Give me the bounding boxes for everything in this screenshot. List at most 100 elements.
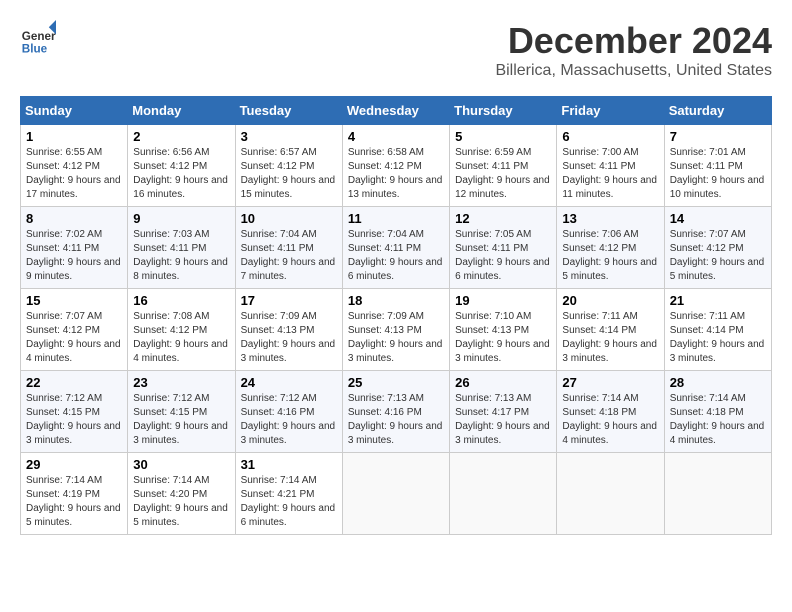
day-number: 31 (241, 457, 337, 472)
day-info: Sunrise: 6:55 AMSunset: 4:12 PMDaylight:… (26, 146, 122, 202)
day-info: Sunrise: 7:14 AMSunset: 4:18 PMDaylight:… (562, 392, 658, 448)
day-info: Sunrise: 7:00 AMSunset: 4:11 PMDaylight:… (562, 146, 658, 202)
day-number: 1 (26, 129, 122, 144)
calendar-day-cell: 18 Sunrise: 7:09 AMSunset: 4:13 PMDayligh… (342, 289, 449, 371)
calendar-day-cell: 8 Sunrise: 7:02 AMSunset: 4:11 PMDaylight… (21, 207, 128, 289)
day-number: 30 (133, 457, 229, 472)
day-info: Sunrise: 7:09 AMSunset: 4:13 PMDaylight:… (348, 310, 444, 366)
day-number: 23 (133, 375, 229, 390)
calendar-week-row: 8 Sunrise: 7:02 AMSunset: 4:11 PMDaylight… (21, 207, 772, 289)
svg-text:Blue: Blue (22, 42, 48, 55)
weekday-header-row: SundayMondayTuesdayWednesdayThursdayFrid… (21, 97, 772, 125)
calendar-day-cell: 31 Sunrise: 7:14 AMSunset: 4:21 PMDayligh… (235, 453, 342, 535)
day-info: Sunrise: 7:05 AMSunset: 4:11 PMDaylight:… (455, 228, 551, 284)
day-info: Sunrise: 6:57 AMSunset: 4:12 PMDaylight:… (241, 146, 337, 202)
calendar-day-cell: 27 Sunrise: 7:14 AMSunset: 4:18 PMDayligh… (557, 371, 664, 453)
calendar-day-cell: 15Sunrise: 7:07 AMSunset: 4:12 PMDayligh… (21, 289, 128, 371)
day-number: 26 (455, 375, 551, 390)
day-info: Sunrise: 7:11 AMSunset: 4:14 PMDaylight:… (562, 310, 658, 366)
location-title: Billerica, Massachusetts, United States (495, 62, 772, 80)
calendar-day-cell: 19Sunrise: 7:10 AMSunset: 4:13 PMDayligh… (450, 289, 557, 371)
calendar-day-cell: 3Sunrise: 6:57 AMSunset: 4:12 PMDaylight… (235, 125, 342, 207)
day-info: Sunrise: 7:02 AMSunset: 4:11 PMDaylight:… (26, 228, 122, 284)
day-info: Sunrise: 6:58 AMSunset: 4:12 PMDaylight:… (348, 146, 444, 202)
day-info: Sunrise: 6:56 AMSunset: 4:12 PMDaylight:… (133, 146, 229, 202)
calendar-day-cell: 20 Sunrise: 7:11 AMSunset: 4:14 PMDayligh… (557, 289, 664, 371)
day-number: 19 (455, 293, 551, 308)
calendar-table: SundayMondayTuesdayWednesdayThursdayFrid… (20, 96, 772, 535)
calendar-day-cell (557, 453, 664, 535)
calendar-day-cell: 2 Sunrise: 6:56 AMSunset: 4:12 PMDaylight… (128, 125, 235, 207)
day-number: 13 (562, 211, 658, 226)
day-number: 18 (348, 293, 444, 308)
calendar-day-cell: 21 Sunrise: 7:11 AMSunset: 4:14 PMDayligh… (664, 289, 771, 371)
day-info: Sunrise: 7:12 AMSunset: 4:15 PMDaylight:… (133, 392, 229, 448)
day-number: 28 (670, 375, 766, 390)
calendar-day-cell: 13 Sunrise: 7:06 AMSunset: 4:12 PMDayligh… (557, 207, 664, 289)
calendar-day-cell: 7 Sunrise: 7:01 AMSunset: 4:11 PMDaylight… (664, 125, 771, 207)
weekday-header-cell: Tuesday (235, 97, 342, 125)
day-info: Sunrise: 7:07 AMSunset: 4:12 PMDaylight:… (670, 228, 766, 284)
calendar-day-cell: 9 Sunrise: 7:03 AMSunset: 4:11 PMDaylight… (128, 207, 235, 289)
day-info: Sunrise: 7:09 AMSunset: 4:13 PMDaylight:… (241, 310, 337, 366)
svg-text:General: General (22, 30, 56, 43)
day-number: 14 (670, 211, 766, 226)
calendar-week-row: 29Sunrise: 7:14 AMSunset: 4:19 PMDayligh… (21, 453, 772, 535)
day-number: 6 (562, 129, 658, 144)
day-info: Sunrise: 7:03 AMSunset: 4:11 PMDaylight:… (133, 228, 229, 284)
day-number: 20 (562, 293, 658, 308)
day-number: 2 (133, 129, 229, 144)
weekday-header-cell: Saturday (664, 97, 771, 125)
day-number: 8 (26, 211, 122, 226)
day-number: 12 (455, 211, 551, 226)
day-info: Sunrise: 7:14 AMSunset: 4:19 PMDaylight:… (26, 474, 122, 530)
calendar-day-cell: 24Sunrise: 7:12 AMSunset: 4:16 PMDayligh… (235, 371, 342, 453)
day-number: 21 (670, 293, 766, 308)
day-number: 4 (348, 129, 444, 144)
day-number: 11 (348, 211, 444, 226)
day-info: Sunrise: 7:11 AMSunset: 4:14 PMDaylight:… (670, 310, 766, 366)
calendar-day-cell: 6 Sunrise: 7:00 AMSunset: 4:11 PMDaylight… (557, 125, 664, 207)
day-info: Sunrise: 7:07 AMSunset: 4:12 PMDaylight:… (26, 310, 122, 366)
day-number: 5 (455, 129, 551, 144)
calendar-week-row: 15Sunrise: 7:07 AMSunset: 4:12 PMDayligh… (21, 289, 772, 371)
day-number: 7 (670, 129, 766, 144)
day-number: 27 (562, 375, 658, 390)
day-number: 24 (241, 375, 337, 390)
calendar-day-cell: 23 Sunrise: 7:12 AMSunset: 4:15 PMDayligh… (128, 371, 235, 453)
weekday-header-cell: Friday (557, 97, 664, 125)
calendar-day-cell: 28 Sunrise: 7:14 AMSunset: 4:18 PMDayligh… (664, 371, 771, 453)
day-number: 9 (133, 211, 229, 226)
day-info: Sunrise: 7:06 AMSunset: 4:12 PMDaylight:… (562, 228, 658, 284)
calendar-day-cell: 1 Sunrise: 6:55 AMSunset: 4:12 PMDaylight… (21, 125, 128, 207)
day-info: Sunrise: 7:13 AMSunset: 4:17 PMDaylight:… (455, 392, 551, 448)
day-number: 25 (348, 375, 444, 390)
day-info: Sunrise: 7:01 AMSunset: 4:11 PMDaylight:… (670, 146, 766, 202)
calendar-day-cell: 17 Sunrise: 7:09 AMSunset: 4:13 PMDayligh… (235, 289, 342, 371)
calendar-day-cell (664, 453, 771, 535)
calendar-day-cell: 30Sunrise: 7:14 AMSunset: 4:20 PMDayligh… (128, 453, 235, 535)
calendar-day-cell (342, 453, 449, 535)
logo: General Blue (20, 20, 56, 56)
day-info: Sunrise: 7:14 AMSunset: 4:18 PMDaylight:… (670, 392, 766, 448)
calendar-day-cell: 29Sunrise: 7:14 AMSunset: 4:19 PMDayligh… (21, 453, 128, 535)
day-info: Sunrise: 7:04 AMSunset: 4:11 PMDaylight:… (241, 228, 337, 284)
weekday-header-cell: Sunday (21, 97, 128, 125)
weekday-header-cell: Thursday (450, 97, 557, 125)
title-area: December 2024 Billerica, Massachusetts, … (495, 20, 772, 80)
calendar-body: 1 Sunrise: 6:55 AMSunset: 4:12 PMDaylight… (21, 125, 772, 535)
calendar-day-cell: 14 Sunrise: 7:07 AMSunset: 4:12 PMDayligh… (664, 207, 771, 289)
day-number: 17 (241, 293, 337, 308)
calendar-day-cell: 22Sunrise: 7:12 AMSunset: 4:15 PMDayligh… (21, 371, 128, 453)
calendar-day-cell: 11Sunrise: 7:04 AMSunset: 4:11 PMDayligh… (342, 207, 449, 289)
weekday-header-cell: Wednesday (342, 97, 449, 125)
calendar-day-cell: 5Sunrise: 6:59 AMSunset: 4:11 PMDaylight… (450, 125, 557, 207)
day-info: Sunrise: 7:08 AMSunset: 4:12 PMDaylight:… (133, 310, 229, 366)
calendar-day-cell (450, 453, 557, 535)
day-info: Sunrise: 7:14 AMSunset: 4:21 PMDaylight:… (241, 474, 337, 530)
calendar-day-cell: 16Sunrise: 7:08 AMSunset: 4:12 PMDayligh… (128, 289, 235, 371)
calendar-day-cell: 4 Sunrise: 6:58 AMSunset: 4:12 PMDaylight… (342, 125, 449, 207)
calendar-day-cell: 26 Sunrise: 7:13 AMSunset: 4:17 PMDayligh… (450, 371, 557, 453)
calendar-day-cell: 10Sunrise: 7:04 AMSunset: 4:11 PMDayligh… (235, 207, 342, 289)
header: General Blue December 2024 Billerica, Ma… (20, 20, 772, 80)
